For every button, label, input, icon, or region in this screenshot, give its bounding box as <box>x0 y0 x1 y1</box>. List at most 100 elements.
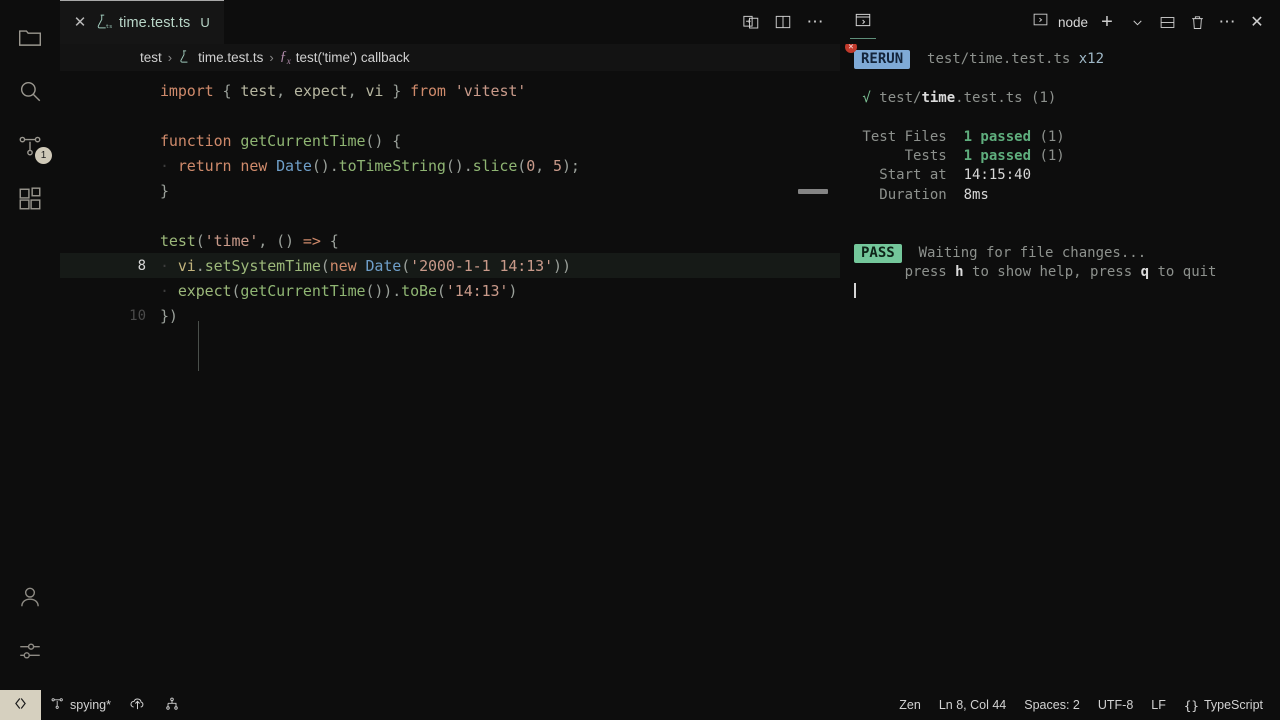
remote-indicator[interactable] <box>0 690 41 720</box>
svg-text:ts: ts <box>106 23 112 29</box>
editor-tab-dirty-indicator: U <box>200 15 210 30</box>
status-branch[interactable]: spying* <box>41 690 120 720</box>
terminal-prompt-line <box>854 282 1280 302</box>
code-line-text: · expect(getCurrentTime()).toBe('14:13') <box>160 281 518 300</box>
code-line[interactable]: 8 · vi.setSystemTime(new Date('2000-1-1 1… <box>60 253 840 278</box>
sidebar-item-extensions[interactable] <box>0 172 60 226</box>
trash-icon[interactable] <box>1184 8 1210 36</box>
terminal-line: RERUN test/time.test.ts x12 <box>854 50 1280 70</box>
status-bar-right: Zen Ln 8, Col 44 Spaces: 2 UTF-8 LF {} T… <box>890 690 1280 720</box>
status-bar: spying* Zen Ln 8, Col 44 Spaces: 2 UTF-8… <box>0 690 1280 720</box>
status-zen-mode[interactable]: Zen <box>890 690 930 720</box>
terminal-line: PASS Waiting for file changes... <box>854 243 1280 264</box>
code-line[interactable]: import { test, expect, vi } from 'vitest… <box>60 78 840 103</box>
code-line-text: }) <box>160 306 178 325</box>
editor-tab-active[interactable]: ✕ ts time.test.ts U <box>60 0 224 44</box>
status-language-mode[interactable]: {} TypeScript <box>1175 690 1272 720</box>
terminal-shell-label[interactable]: node <box>1058 15 1090 30</box>
editor-actions: ⋯ <box>736 0 840 44</box>
code-line[interactable]: · expect(getCurrentTime()).toBe('14:13') <box>60 278 840 303</box>
search-icon <box>17 78 43 104</box>
split-editor-right-icon[interactable] <box>736 7 766 37</box>
remote-window-icon <box>12 695 29 715</box>
status-ports[interactable] <box>155 690 189 720</box>
activity-bar: 1 <box>0 0 60 690</box>
close-icon[interactable]: ✕ <box>72 15 88 30</box>
panel-tab-terminal[interactable] <box>846 5 880 39</box>
flask-ts-icon <box>178 49 193 67</box>
code-line[interactable] <box>60 103 840 128</box>
code-line-text: · vi.setSystemTime(new Date('2000-1-1 14… <box>160 256 571 275</box>
code-line[interactable]: } <box>60 178 840 203</box>
breadcrumb-label: test('time') callback <box>295 49 410 65</box>
status-eol[interactable]: LF <box>1142 690 1175 720</box>
status-badge: RERUN <box>854 50 911 70</box>
breadcrumb-item-file[interactable]: time.test.ts <box>178 49 263 67</box>
code-line-text: function getCurrentTime() { <box>160 131 402 150</box>
breadcrumb-separator: › <box>167 50 173 65</box>
panel-actions: node + ⋯ ✕ <box>1028 8 1270 36</box>
editor-group: ✕ ts time.test.ts U ⋯ test › time.test.t… <box>60 0 840 690</box>
status-indentation[interactable]: Spaces: 2 <box>1015 690 1089 720</box>
indent-guide <box>198 321 199 371</box>
sidebar-item-search[interactable] <box>0 64 60 118</box>
breadcrumb-label: time.test.ts <box>198 50 264 65</box>
line-number: 10 <box>129 307 146 324</box>
braces-icon: {} <box>1183 697 1199 713</box>
terminal-line: √ test/time.test.ts (1) <box>854 89 1057 106</box>
cloud-upload-icon <box>129 695 146 715</box>
breadcrumb: test › time.test.ts › ƒx test('time') ca… <box>60 44 840 71</box>
fx-symbol-icon: ƒx <box>279 49 291 66</box>
code-line[interactable] <box>60 203 840 228</box>
status-branch-label: spying* <box>70 698 111 712</box>
split-terminal-icon[interactable] <box>1154 8 1180 36</box>
new-terminal-button[interactable]: + <box>1094 8 1120 36</box>
code-line[interactable]: · return new Date().toTimeString().slice… <box>60 153 840 178</box>
terminal-line: Test Files 1 passed (1) <box>854 128 1065 145</box>
breadcrumb-item-folder[interactable]: test <box>140 50 162 65</box>
terminal-shell-selector[interactable] <box>1028 8 1054 36</box>
terminal-cursor <box>854 282 856 298</box>
more-actions-icon[interactable]: ⋯ <box>800 7 830 37</box>
code-line[interactable]: 10}) <box>60 303 840 328</box>
chevron-down-icon[interactable] <box>1124 8 1150 36</box>
terminal-output[interactable]: ✕ RERUN test/time.test.ts x12 √ test/tim… <box>840 44 1280 690</box>
panel-more-actions-icon[interactable]: ⋯ <box>1214 8 1240 36</box>
breadcrumb-item-symbol[interactable]: ƒx test('time') callback <box>280 49 410 66</box>
account-button[interactable] <box>0 570 60 624</box>
vscode-window: 1 ✕ ts time.test.ts U ⋯ test › time.test… <box>0 0 1280 720</box>
account-icon <box>17 584 43 610</box>
status-cursor-position[interactable]: Ln 8, Col 44 <box>930 690 1015 720</box>
status-encoding[interactable]: UTF-8 <box>1089 690 1142 720</box>
terminal-icon <box>854 11 872 34</box>
minimap-slider[interactable] <box>798 189 828 194</box>
terminal-line: Start at 14:15:40 <box>854 167 1032 184</box>
code-line[interactable]: function getCurrentTime() { <box>60 128 840 153</box>
workbench-body: 1 ✕ ts time.test.ts U ⋯ test › time.test… <box>0 0 1280 690</box>
close-panel-icon[interactable]: ✕ <box>1244 8 1270 36</box>
code-line[interactable]: test('time', () => { <box>60 228 840 253</box>
editor-tabs-bar: ✕ ts time.test.ts U ⋯ <box>60 0 840 44</box>
terminal-line: press h to show help, press q to quit <box>854 264 1217 281</box>
overview-ruler[interactable] <box>828 71 840 690</box>
manage-settings-button[interactable] <box>0 624 60 678</box>
split-editor-icon[interactable] <box>768 7 798 37</box>
code-lines: import { test, expect, vi } from 'vitest… <box>60 71 840 690</box>
breadcrumb-label: test <box>140 50 162 65</box>
code-line-text: test('time', () => { <box>160 231 339 250</box>
sidebar-item-explorer[interactable] <box>0 10 60 64</box>
sidebar-item-source-control[interactable]: 1 <box>0 118 60 172</box>
code-line-text: · return new Date().toTimeString().slice… <box>160 156 580 175</box>
code-line-text: } <box>160 181 169 200</box>
code-editor[interactable]: import { test, expect, vi } from 'vitest… <box>60 71 840 690</box>
terminal-line: Tests 1 passed (1) <box>854 147 1065 164</box>
breadcrumb-separator: › <box>269 50 274 65</box>
line-number: 8 <box>137 257 146 274</box>
source-control-icon <box>50 696 65 714</box>
panel-header: node + ⋯ ✕ <box>840 0 1280 44</box>
code-line-text: import { test, expect, vi } from 'vitest… <box>160 81 527 100</box>
extensions-icon <box>17 186 43 212</box>
status-sync[interactable] <box>120 690 155 720</box>
